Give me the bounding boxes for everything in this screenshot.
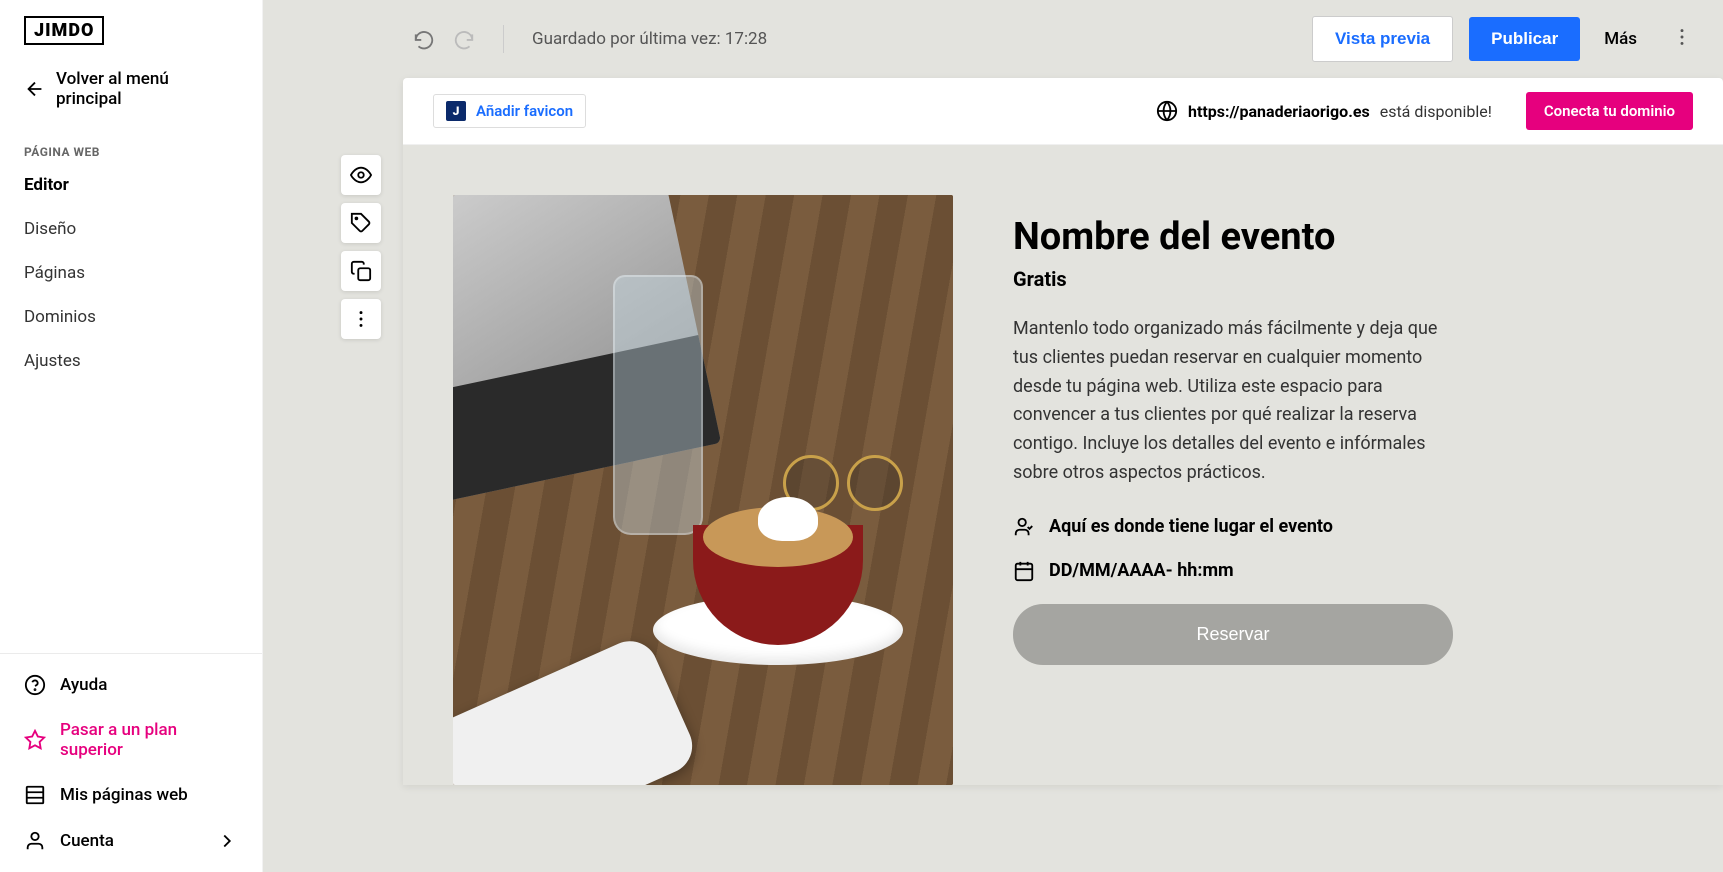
domain-info: https://panaderiaorigo.es está disponibl… <box>1156 92 1693 130</box>
event-location-row[interactable]: Aquí es donde tiene lugar el evento <box>1013 516 1453 538</box>
event-content: Nombre del evento Gratis Mantenlo todo o… <box>403 145 1723 785</box>
eye-icon <box>350 164 372 186</box>
event-location-text: Aquí es donde tiene lugar el evento <box>1049 516 1333 537</box>
sidebar: JIMDO Volver al menú principal PÁGINA WE… <box>0 0 263 872</box>
brand-logo[interactable]: JIMDO <box>24 16 104 45</box>
sidebar-section-label: PÁGINA WEB <box>0 133 262 163</box>
main-area: Guardado por última vez: 17:28 Vista pre… <box>263 0 1723 872</box>
my-sites-label: Mis páginas web <box>60 785 188 805</box>
nav-settings[interactable]: Ajustes <box>0 339 262 383</box>
image-latte <box>703 507 853 567</box>
help-link[interactable]: Ayuda <box>0 662 262 708</box>
nav-domains[interactable]: Dominios <box>0 295 262 339</box>
chevron-right-icon <box>216 830 238 852</box>
back-to-main-menu[interactable]: Volver al menú principal <box>0 53 262 133</box>
nav-pages[interactable]: Páginas <box>0 251 262 295</box>
preview-button[interactable]: Vista previa <box>1312 16 1453 62</box>
globe-icon <box>1156 100 1178 122</box>
star-icon <box>24 729 46 751</box>
kebab-menu[interactable] <box>1661 26 1703 52</box>
nav-editor[interactable]: Editor <box>0 163 262 207</box>
copy-icon <box>350 260 372 282</box>
add-favicon-label: Añadir favicon <box>476 102 573 120</box>
domain-available-text: está disponible! <box>1380 102 1492 121</box>
page-preview-frame: J Añadir favicon https://panaderiaorigo.… <box>403 78 1723 785</box>
nav-design[interactable]: Diseño <box>0 207 262 251</box>
copy-tool[interactable] <box>341 251 381 291</box>
image-foam <box>758 497 818 541</box>
user-icon <box>24 830 46 852</box>
event-datetime-text: DD/MM/AAAA- hh:mm <box>1049 560 1234 581</box>
event-details: Nombre del evento Gratis Mantenlo todo o… <box>1013 195 1453 785</box>
floating-toolbar <box>341 155 381 339</box>
logo-area: JIMDO <box>0 0 262 53</box>
location-icon <box>1013 516 1035 538</box>
sidebar-spacer <box>0 383 262 653</box>
more-vertical-icon <box>1671 26 1693 48</box>
help-label: Ayuda <box>60 675 107 695</box>
undo-redo-group <box>413 28 475 50</box>
publish-button[interactable]: Publicar <box>1469 17 1580 61</box>
grid-icon <box>24 784 46 806</box>
account-link[interactable]: Cuenta <box>0 818 262 864</box>
topbar: Guardado por última vez: 17:28 Vista pre… <box>263 0 1723 78</box>
event-datetime-row[interactable]: DD/MM/AAAA- hh:mm <box>1013 560 1453 582</box>
sidebar-bottom: Ayuda Pasar a un plan superior Mis págin… <box>0 653 262 872</box>
last-saved-text: Guardado por última vez: 17:28 <box>532 29 767 49</box>
event-price[interactable]: Gratis <box>1013 267 1453 291</box>
domain-bar: J Añadir favicon https://panaderiaorigo.… <box>403 78 1723 145</box>
image-coffee-cup <box>673 515 883 665</box>
tag-tool[interactable] <box>341 203 381 243</box>
add-favicon-button[interactable]: J Añadir favicon <box>433 94 586 128</box>
image-glass <box>613 275 703 535</box>
tag-icon <box>350 212 372 234</box>
event-image[interactable] <box>453 195 953 785</box>
upgrade-link[interactable]: Pasar a un plan superior <box>0 708 262 772</box>
more-menu[interactable]: Más <box>1596 29 1645 49</box>
my-sites-link[interactable]: Mis páginas web <box>0 772 262 818</box>
event-title[interactable]: Nombre del evento <box>1013 215 1453 259</box>
calendar-icon <box>1013 560 1035 582</box>
image-sunglasses <box>783 455 903 505</box>
jimdo-mini-icon: J <box>446 101 466 121</box>
topbar-divider <box>503 25 504 53</box>
help-icon <box>24 674 46 696</box>
more-tool[interactable] <box>341 299 381 339</box>
arrow-left-icon <box>24 78 46 100</box>
redo-icon[interactable] <box>453 28 475 50</box>
event-description[interactable]: Mantenlo todo organizado más fácilmente … <box>1013 315 1453 488</box>
undo-icon[interactable] <box>413 28 435 50</box>
visibility-tool[interactable] <box>341 155 381 195</box>
account-label: Cuenta <box>60 831 114 851</box>
more-vertical-icon <box>350 308 372 330</box>
reserve-button[interactable]: Reservar <box>1013 604 1453 665</box>
app-root: JIMDO Volver al menú principal PÁGINA WE… <box>0 0 1723 872</box>
domain-url: https://panaderiaorigo.es <box>1188 102 1370 121</box>
back-link-label: Volver al menú principal <box>56 69 238 109</box>
upgrade-label: Pasar a un plan superior <box>60 720 238 760</box>
connect-domain-button[interactable]: Conecta tu dominio <box>1526 92 1693 130</box>
